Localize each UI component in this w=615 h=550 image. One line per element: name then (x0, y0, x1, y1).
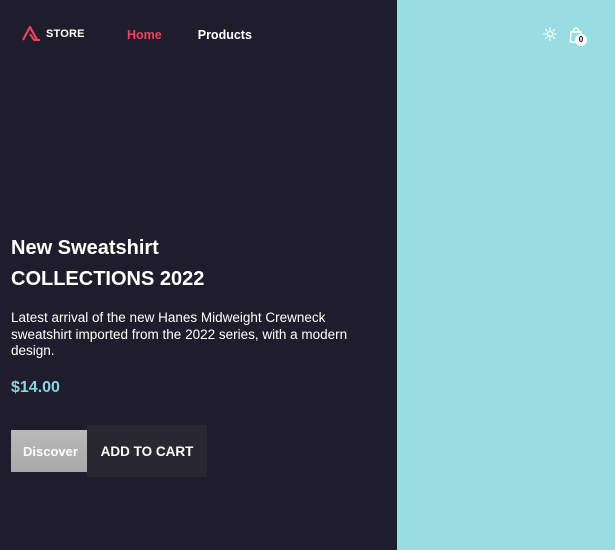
cart-count-badge: 0 (575, 34, 587, 46)
hero-title: New Sweatshirt COLLECTIONS 2022 (11, 233, 204, 295)
store-logo-icon (22, 26, 40, 41)
hero-description: Latest arrival of the new Hanes Midweigh… (11, 310, 348, 358)
brand-name: STORE (46, 27, 85, 40)
product-price: $14.00 (11, 379, 60, 396)
brand-logo-link[interactable]: STORE (22, 26, 85, 41)
sun-icon[interactable] (543, 27, 557, 41)
nav-item-home[interactable]: Home (127, 27, 162, 43)
hero-image-panel (397, 0, 615, 550)
hero-title-line-1: New Sweatshirt (11, 237, 159, 259)
discover-button[interactable]: Discover (11, 430, 87, 472)
main-nav: Home Products (127, 27, 252, 43)
nav-item-products[interactable]: Products (198, 27, 252, 43)
hero-title-line-2: COLLECTIONS 2022 (11, 268, 205, 290)
add-to-cart-button[interactable]: ADD TO CART (87, 425, 207, 477)
